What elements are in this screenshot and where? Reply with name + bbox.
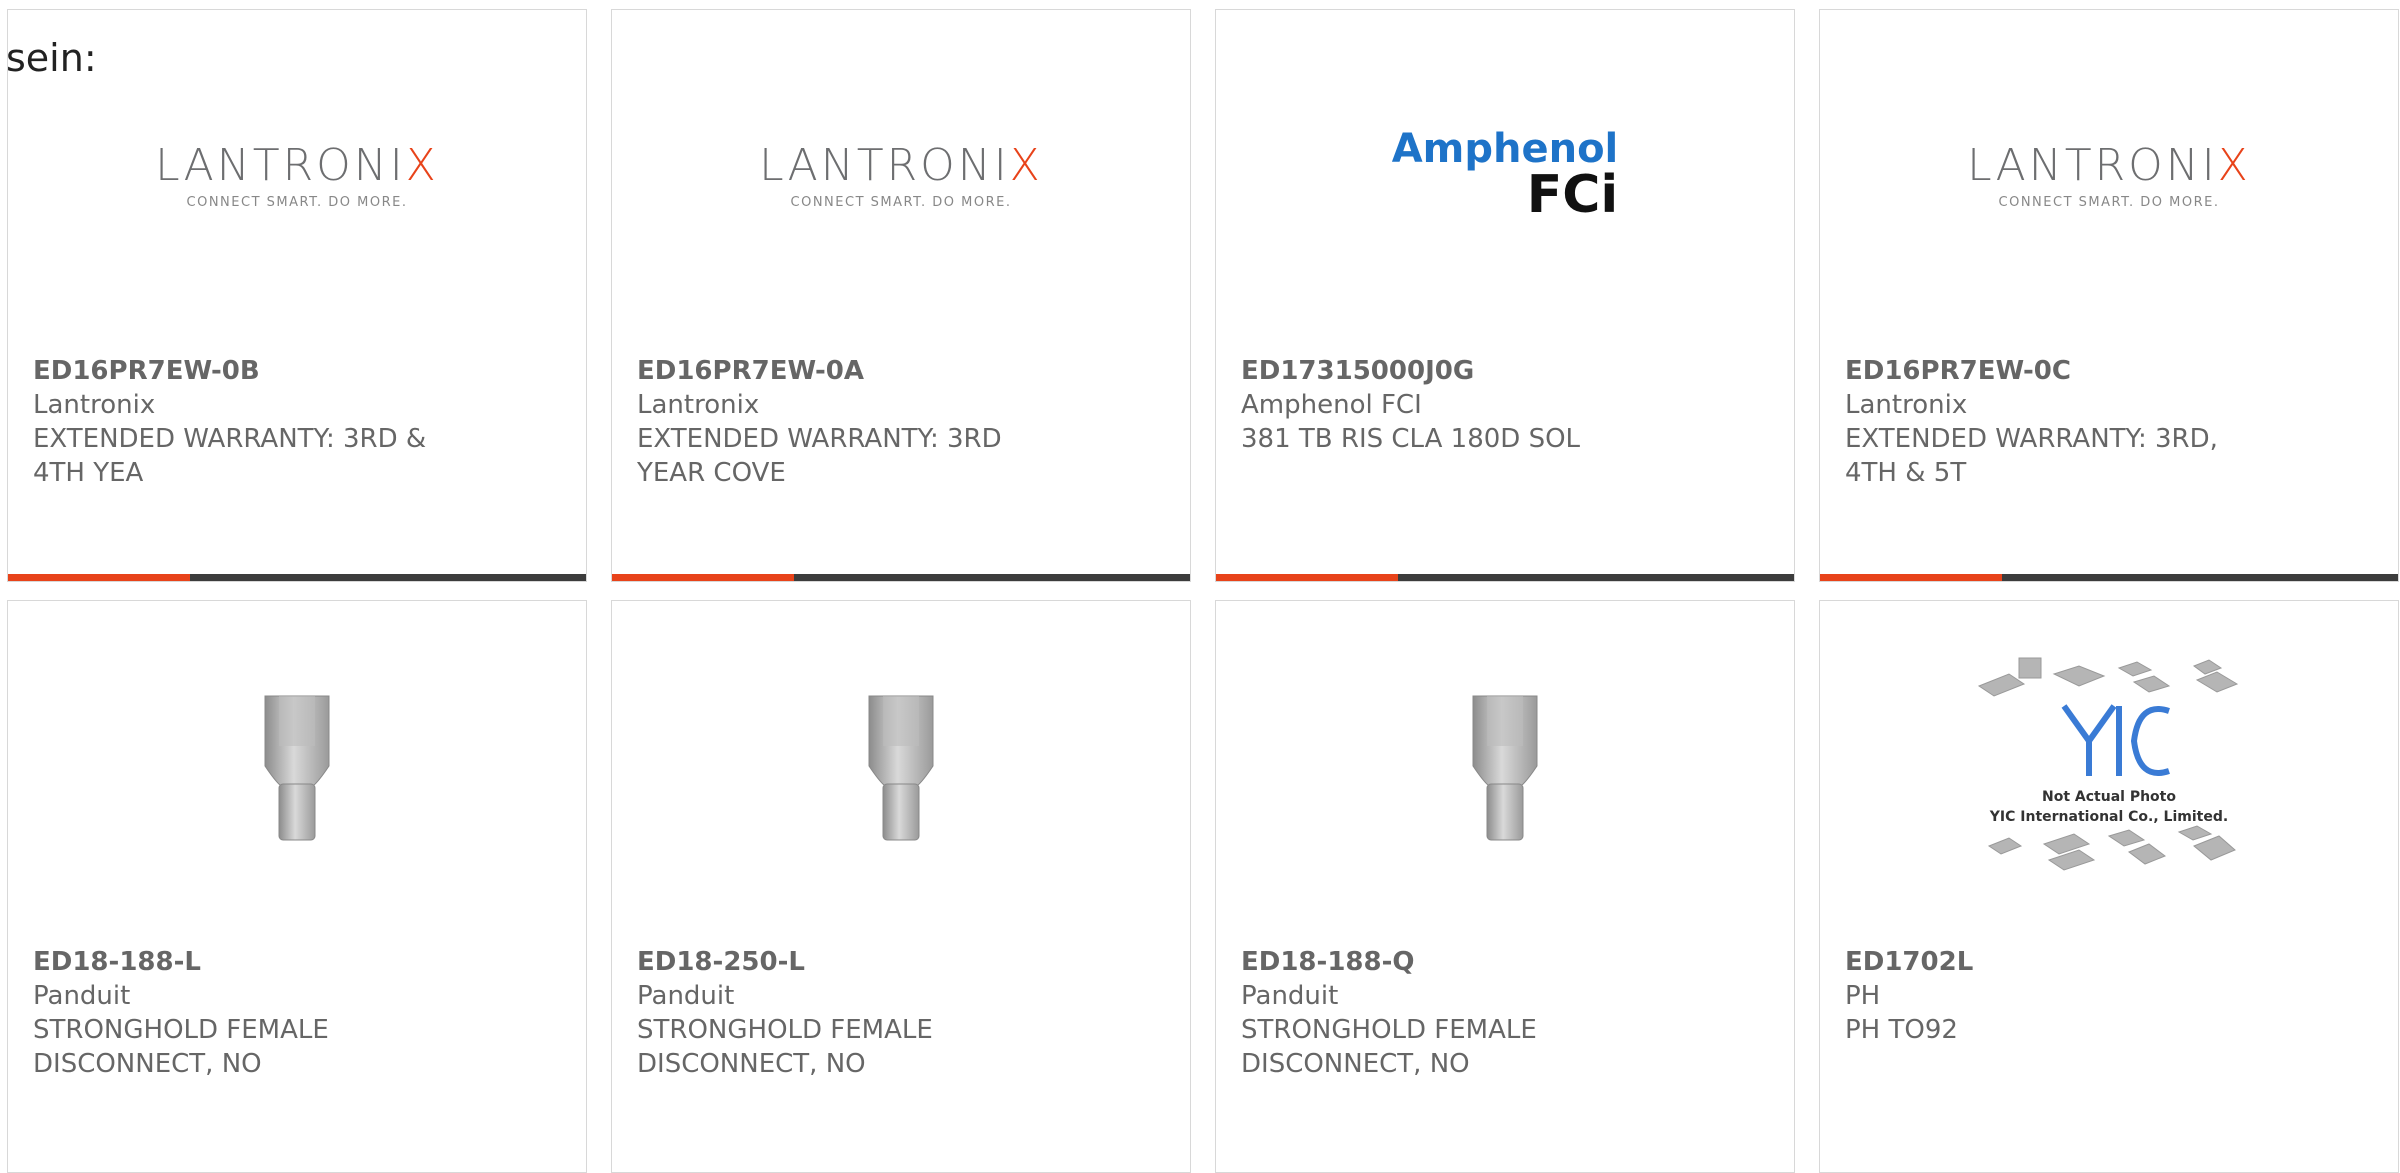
part-number[interactable]: ED18-188-L (33, 945, 453, 979)
part-number[interactable]: ED18-250-L (637, 945, 1057, 979)
manufacturer: Amphenol FCI (1241, 390, 1422, 420)
part-number[interactable]: ED16PR7EW-0C (1845, 354, 2265, 388)
description: 381 TB RIS CLA 180D SOL (1241, 424, 1581, 454)
part-number[interactable]: ED1702L (1845, 945, 2265, 979)
card-bottom-bar (612, 574, 1190, 581)
product-card[interactable]: ED18-188-L Panduit STRONGHOLD FEMALE DIS… (7, 600, 587, 1173)
product-card[interactable]: ED18-188-Q Panduit STRONGHOLD FEMALE DIS… (1215, 600, 1795, 1173)
product-card[interactable]: ED18-250-L Panduit STRONGHOLD FEMALE DIS… (611, 600, 1191, 1173)
part-number[interactable]: ED18-188-Q (1241, 945, 1661, 979)
manufacturer: Lantronix (637, 390, 760, 420)
product-image[interactable]: Not Actual Photo YIC International Co., … (1820, 601, 2398, 931)
svg-text:YIC International Co., Limited: YIC International Co., Limited. (1989, 809, 2228, 825)
product-card[interactable]: Not Actual Photo YIC International Co., … (1819, 600, 2399, 1173)
description: EXTENDED WARRANTY: 3RD & 4TH YEA (33, 424, 427, 488)
product-card[interactable]: Amphenol FCi ED17315000J0G Amphenol FCI … (1215, 9, 1795, 582)
description: EXTENDED WARRANTY: 3RD YEAR COVE (637, 424, 1002, 488)
svg-text:Not Actual Photo: Not Actual Photo (2042, 789, 2176, 805)
description: EXTENDED WARRANTY: 3RD, 4TH & 5T (1845, 424, 2218, 488)
yic-placeholder-image: Not Actual Photo YIC International Co., … (1977, 657, 2239, 871)
product-image[interactable] (8, 601, 586, 931)
manufacturer: PH (1845, 981, 1881, 1011)
terminal-photo (264, 695, 330, 841)
manufacturer: Panduit (33, 981, 131, 1011)
card-bottom-bar (8, 574, 586, 581)
manufacturer: Lantronix (1845, 390, 1968, 420)
product-card[interactable]: LANTRONIX CONNECT SMART. DO MORE. ED16PR… (611, 9, 1191, 582)
product-image[interactable]: LANTRONIX CONNECT SMART. DO MORE. (1820, 10, 2398, 340)
card-bottom-bar (1216, 574, 1794, 581)
part-number[interactable]: ED17315000J0G (1241, 354, 1661, 388)
manufacturer: Panduit (637, 981, 735, 1011)
intro-text: sein: (6, 36, 97, 80)
part-number[interactable]: ED16PR7EW-0A (637, 354, 1057, 388)
terminal-photo (1472, 695, 1538, 841)
description: PH TO92 (1845, 1015, 1958, 1045)
product-card[interactable]: LANTRONIX CONNECT SMART. DO MORE. ED16PR… (7, 9, 587, 582)
product-image[interactable]: LANTRONIX CONNECT SMART. DO MORE. (612, 10, 1190, 340)
description: STRONGHOLD FEMALE DISCONNECT, NO (637, 1015, 933, 1079)
lantronix-logo: LANTRONIX CONNECT SMART. DO MORE. (155, 140, 439, 210)
part-number[interactable]: ED16PR7EW-0B (33, 354, 453, 388)
product-image[interactable] (1216, 601, 1794, 931)
card-bottom-bar (1820, 574, 2398, 581)
manufacturer: Panduit (1241, 981, 1339, 1011)
product-image[interactable] (612, 601, 1190, 931)
product-image[interactable]: Amphenol FCi (1216, 10, 1794, 340)
lantronix-logo: LANTRONIX CONNECT SMART. DO MORE. (759, 140, 1043, 210)
amphenol-fci-logo: Amphenol FCi (1391, 126, 1619, 225)
terminal-photo (868, 695, 934, 841)
description: STRONGHOLD FEMALE DISCONNECT, NO (1241, 1015, 1537, 1079)
lantronix-logo: LANTRONIX CONNECT SMART. DO MORE. (1967, 140, 2251, 210)
description: STRONGHOLD FEMALE DISCONNECT, NO (33, 1015, 329, 1079)
manufacturer: Lantronix (33, 390, 156, 420)
product-card[interactable]: LANTRONIX CONNECT SMART. DO MORE. ED16PR… (1819, 9, 2399, 582)
